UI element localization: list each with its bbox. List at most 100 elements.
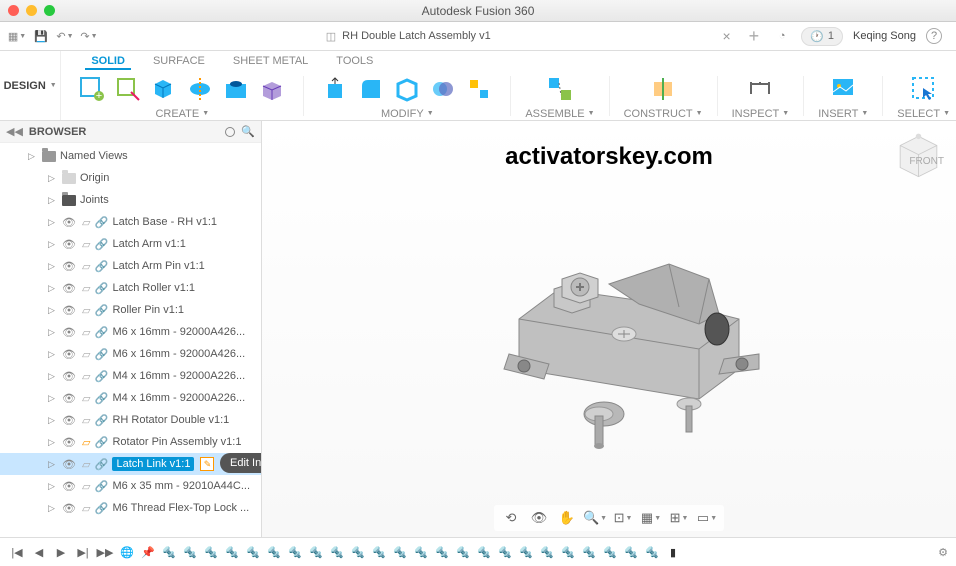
construct-icon[interactable]	[646, 72, 680, 106]
timeline-feature[interactable]: 🔩	[454, 543, 472, 561]
expand-icon[interactable]: ▷	[48, 217, 58, 228]
timeline-feature[interactable]: 📌	[139, 543, 157, 561]
tree-row[interactable]: ▷👁▱🔗Latch Arm Pin v1:1	[0, 255, 261, 277]
timeline-feature[interactable]: 🔩	[475, 543, 493, 561]
timeline-feature[interactable]: 🌐	[118, 543, 136, 561]
browser-tree[interactable]: ▷Named Views▷Origin▷Joints▷👁▱🔗Latch Base…	[0, 143, 261, 537]
visibility-icon[interactable]: 👁	[62, 392, 78, 405]
timeline-feature[interactable]: 🔩	[160, 543, 178, 561]
expand-icon[interactable]: ▷	[48, 239, 58, 250]
timeline-feature[interactable]: 🔩	[538, 543, 556, 561]
help-icon[interactable]: ?	[926, 28, 942, 44]
select-group-label[interactable]: SELECT▼	[897, 108, 950, 120]
timeline-feature[interactable]: 🔩	[601, 543, 619, 561]
timeline-next-icon[interactable]: ▶|	[74, 543, 92, 561]
press-pull-icon[interactable]	[318, 72, 352, 106]
expand-icon[interactable]: ▷	[48, 173, 58, 184]
filter-icon[interactable]	[225, 127, 235, 137]
visibility-icon[interactable]: 👁	[62, 370, 78, 383]
timeline-feature[interactable]: 🔩	[307, 543, 325, 561]
timeline-feature[interactable]: 🔩	[433, 543, 451, 561]
timeline-feature[interactable]: 🔩	[517, 543, 535, 561]
timeline-feature[interactable]: 🔩	[370, 543, 388, 561]
timeline-feature[interactable]: 🔩	[223, 543, 241, 561]
tree-row[interactable]: ▷👁▱🔗Latch Base - RH v1:1	[0, 211, 261, 233]
expand-icon[interactable]: ▷	[48, 327, 58, 338]
user-name[interactable]: Keqing Song	[853, 30, 916, 42]
tree-row[interactable]: ▷👁▱🔗M4 x 16mm - 92000A226...	[0, 387, 261, 409]
save-icon[interactable]: 💾	[32, 27, 50, 45]
assemble-icon[interactable]	[543, 72, 577, 106]
timeline-feature[interactable]: 🔩	[622, 543, 640, 561]
search-icon[interactable]: 🔍	[241, 125, 255, 138]
tree-row[interactable]: ▷👁▱🔗Latch Arm v1:1	[0, 233, 261, 255]
orbit-icon[interactable]: ⟲	[502, 509, 520, 527]
tab-solid[interactable]: SOLID	[91, 55, 125, 67]
undo-icon[interactable]: ↶▼	[56, 27, 74, 45]
zoom-icon[interactable]: 🔍▼	[586, 509, 604, 527]
grid-icon[interactable]: ⊞▼	[670, 509, 688, 527]
tree-row[interactable]: ▷👁▱🔗M6 Thread Flex-Top Lock ...	[0, 497, 261, 519]
tab-sheetmetal[interactable]: SHEET METAL	[233, 55, 308, 67]
extrude-icon[interactable]	[147, 72, 181, 106]
job-status[interactable]: 🕐 1	[801, 27, 843, 46]
expand-icon[interactable]: ▷	[48, 371, 58, 382]
align-icon[interactable]	[462, 72, 496, 106]
document-tab[interactable]: ◫ RH Double Latch Assembly v1	[106, 30, 710, 43]
expand-icon[interactable]: ▷	[48, 437, 58, 448]
timeline-feature[interactable]: 🔩	[580, 543, 598, 561]
timeline-feature[interactable]: 🔩	[202, 543, 220, 561]
expand-icon[interactable]: ▷	[48, 503, 58, 514]
tree-row[interactable]: ▷Origin	[0, 167, 261, 189]
tree-row[interactable]: ▷👁▱🔗Latch Roller v1:1	[0, 277, 261, 299]
visibility-icon[interactable]: 👁	[62, 238, 78, 251]
visibility-icon[interactable]: 👁	[62, 436, 78, 449]
viewport-icon[interactable]: ▭▼	[698, 509, 716, 527]
visibility-icon[interactable]: 👁	[62, 480, 78, 493]
tree-row[interactable]: ▷👁▱🔗M4 x 16mm - 92000A226...	[0, 365, 261, 387]
minimize-window-icon[interactable]	[26, 5, 37, 16]
timeline-feature[interactable]: 🔩	[559, 543, 577, 561]
sketch-icon[interactable]	[111, 72, 145, 106]
expand-icon[interactable]: ▷	[48, 261, 58, 272]
edit-in-place-icon[interactable]: ✎	[200, 457, 214, 471]
timeline-feature[interactable]: 🔩	[244, 543, 262, 561]
create-group-label[interactable]: CREATE▼	[155, 108, 209, 120]
timeline-prev-icon[interactable]: ◀	[30, 543, 48, 561]
inspect-icon[interactable]	[743, 72, 777, 106]
visibility-icon[interactable]: 👁	[62, 260, 78, 273]
visibility-icon[interactable]: 👁	[62, 458, 78, 471]
close-tab-icon[interactable]: ×	[718, 28, 734, 44]
expand-icon[interactable]: ▷	[48, 283, 58, 294]
construct-group-label[interactable]: CONSTRUCT▼	[624, 108, 703, 120]
tree-row[interactable]: ▷Named Views	[0, 145, 261, 167]
workspace-switcher[interactable]: DESIGN ▼	[0, 51, 61, 120]
maximize-window-icon[interactable]	[44, 5, 55, 16]
tab-tools[interactable]: TOOLS	[336, 55, 373, 67]
pan-icon[interactable]: ✋	[558, 509, 576, 527]
expand-icon[interactable]: ▷	[48, 305, 58, 316]
timeline-items[interactable]: 🌐📌🔩🔩🔩🔩🔩🔩🔩🔩🔩🔩🔩🔩🔩🔩🔩🔩🔩🔩🔩🔩🔩🔩🔩🔩▮	[118, 543, 934, 561]
visibility-icon[interactable]: 👁	[62, 326, 78, 339]
visibility-icon[interactable]: 👁	[62, 348, 78, 361]
app-menu-icon[interactable]: ▦▼	[8, 27, 26, 45]
expand-icon[interactable]: ▷	[48, 481, 58, 492]
timeline-feature[interactable]: 🔩	[412, 543, 430, 561]
select-icon[interactable]	[907, 72, 941, 106]
extensions-icon[interactable]: ◔	[773, 27, 791, 45]
timeline-end-icon[interactable]: ▶▶	[96, 543, 114, 561]
tab-surface[interactable]: SURFACE	[153, 55, 205, 67]
tree-row[interactable]: ▷👁▱🔗M6 x 16mm - 92000A426...	[0, 343, 261, 365]
assemble-group-label[interactable]: ASSEMBLE▼	[525, 108, 594, 120]
collapse-icon[interactable]: ◀◀	[6, 125, 23, 138]
timeline-settings-icon[interactable]: ⚙	[938, 546, 948, 559]
inspect-group-label[interactable]: INSPECT▼	[732, 108, 790, 120]
visibility-icon[interactable]: 👁	[62, 502, 78, 515]
timeline-feature[interactable]: 🔩	[349, 543, 367, 561]
insert-group-label[interactable]: INSERT▼	[818, 108, 868, 120]
timeline-feature[interactable]: 🔩	[265, 543, 283, 561]
tree-row[interactable]: ▷Joints	[0, 189, 261, 211]
tree-row[interactable]: ▷👁▱🔗Rotator Pin Assembly v1:1	[0, 431, 261, 453]
expand-icon[interactable]: ▷	[28, 151, 38, 162]
view-cube[interactable]: FRONT	[891, 129, 946, 184]
